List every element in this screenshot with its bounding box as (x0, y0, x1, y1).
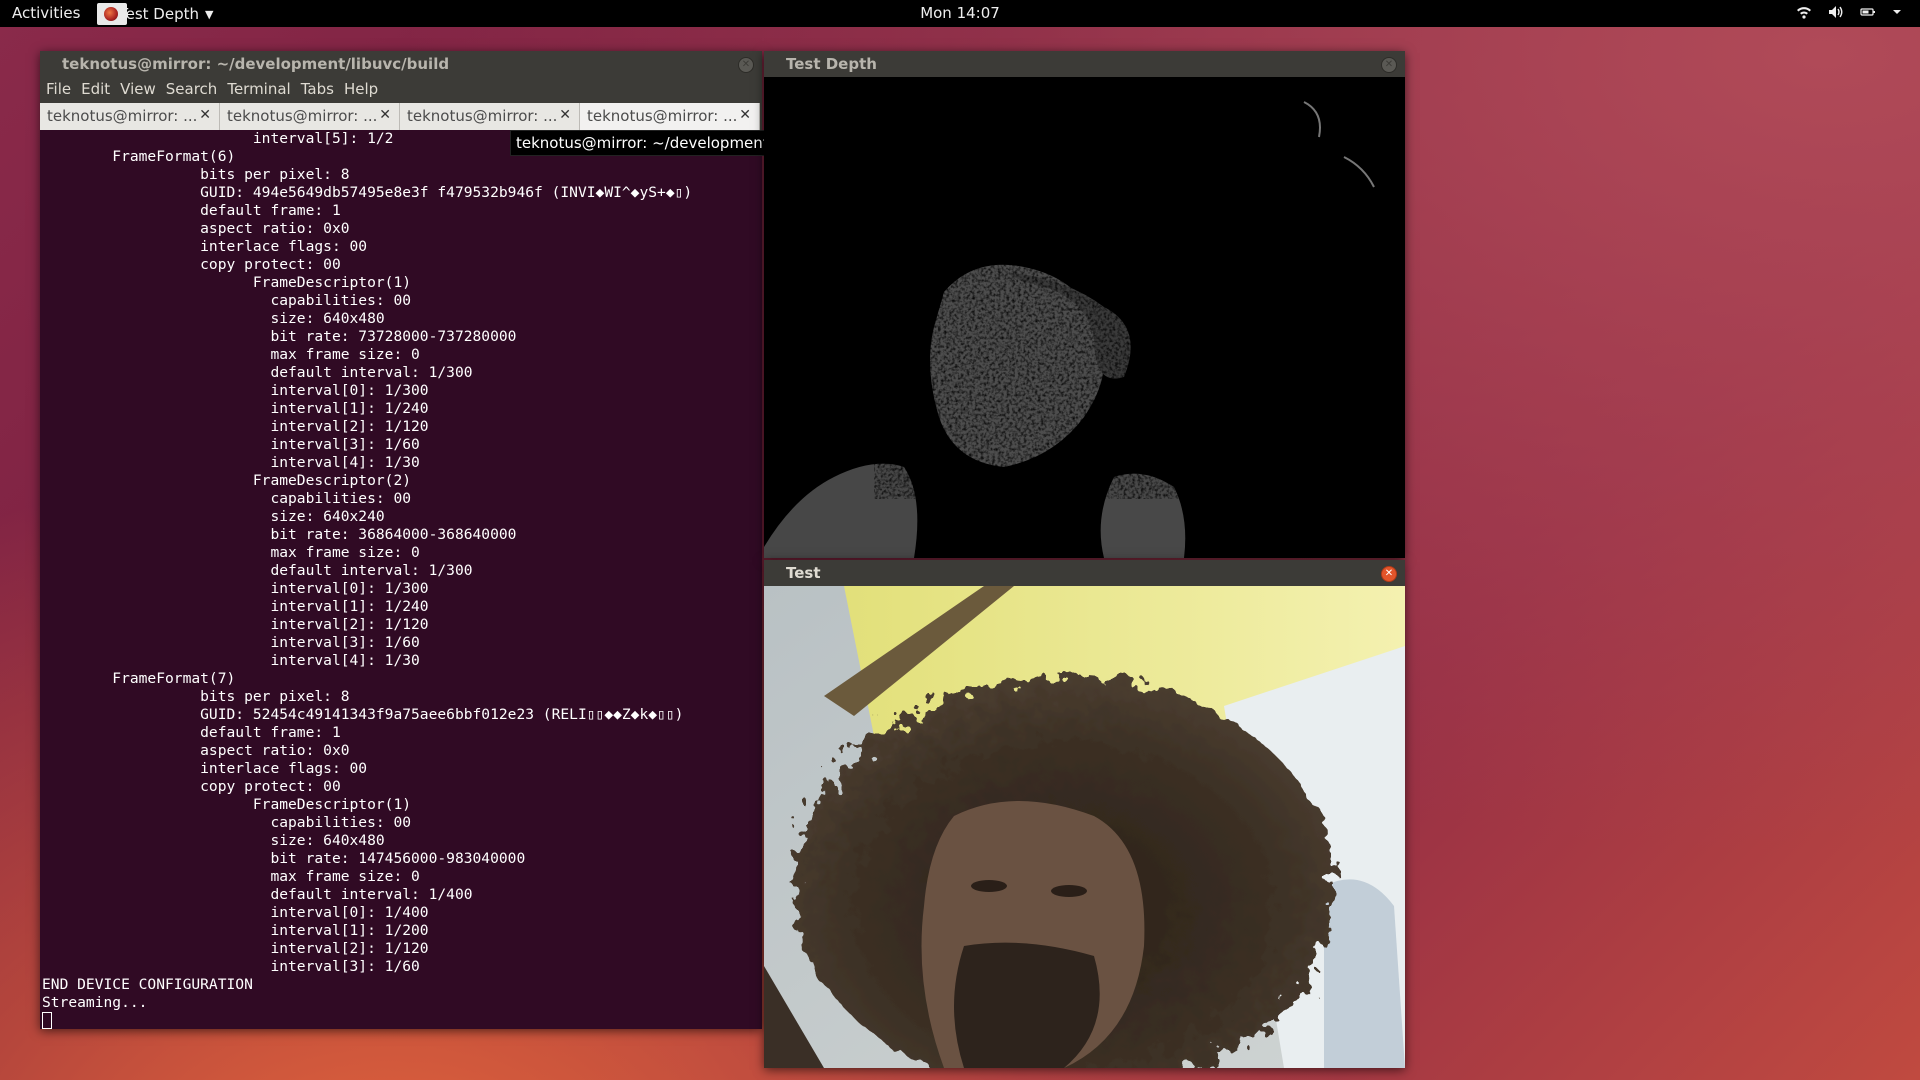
terminal-line: capabilities: 00 (42, 490, 412, 507)
terminal-line: interlace flags: 00 (42, 238, 368, 255)
terminal-line: size: 640x480 (42, 832, 385, 849)
terminal-line: default interval: 1/300 (42, 364, 473, 381)
menu-edit[interactable]: Edit (75, 77, 110, 101)
terminal-line: interval[2]: 1/120 (42, 418, 429, 435)
battery-icon[interactable] (1860, 4, 1876, 20)
tab-label: teknotus@mirror: ... (227, 107, 378, 125)
terminal-line: bits per pixel: 8 (42, 688, 350, 705)
terminal-window: teknotus@mirror: ~/development/libuvc/bu… (40, 51, 762, 1029)
terminal-line: bits per pixel: 8 (42, 166, 350, 183)
camera-image (764, 586, 1405, 1068)
tab-label: teknotus@mirror: ... (407, 107, 558, 125)
terminal-line: capabilities: 00 (42, 292, 412, 309)
terminal-tab-2[interactable]: teknotus@mirror: ... ✕ (220, 103, 400, 130)
terminal-line: Streaming... (42, 994, 148, 1011)
tab-close-icon[interactable]: ✕ (199, 107, 211, 123)
terminal-line: interval[3]: 1/60 (42, 634, 420, 651)
terminal-line: GUID: 494e5649db57495e8e3f f479532b946f … (42, 184, 693, 201)
terminal-line: FrameDescriptor(1) (42, 274, 412, 291)
menu-tabs[interactable]: Tabs (295, 77, 334, 101)
terminal-line: interval[1]: 1/240 (42, 598, 429, 615)
close-icon[interactable]: ✕ (738, 57, 754, 73)
wifi-icon[interactable] (1796, 4, 1812, 20)
terminal-line: copy protect: 00 (42, 256, 341, 273)
terminal-line: interval[4]: 1/30 (42, 454, 420, 471)
color-window: Test ✕ (764, 560, 1405, 1068)
terminal-line: interval[0]: 1/300 (42, 580, 429, 597)
terminal-line: FrameDescriptor(2) (42, 472, 412, 489)
terminal-line: END DEVICE CONFIGURATION (42, 976, 253, 993)
terminal-line: interval[1]: 1/200 (42, 922, 429, 939)
menu-view[interactable]: View (114, 77, 156, 101)
terminal-tabs: teknotus@mirror: ... ✕ teknotus@mirror: … (40, 101, 762, 130)
tab-label: teknotus@mirror: ... (47, 107, 198, 125)
system-menu-chevron-down-icon[interactable] (1892, 4, 1902, 20)
menu-file[interactable]: File (40, 77, 71, 101)
activities-button[interactable]: Activities (12, 4, 80, 22)
terminal-line: size: 640x480 (42, 310, 385, 327)
depth-window: Test Depth ✕ (764, 51, 1405, 558)
menu-help[interactable]: Help (338, 77, 378, 101)
terminal-line: interval[0]: 1/300 (42, 382, 429, 399)
terminal-line: max frame size: 0 (42, 346, 420, 363)
terminal-line: default interval: 1/300 (42, 562, 473, 579)
terminal-line: interval[3]: 1/60 (42, 958, 420, 975)
terminal-output[interactable]: interval[5]: 1/2 FrameFormat(6) bits per… (42, 130, 762, 1029)
depth-titlebar[interactable]: Test Depth ✕ (764, 51, 1405, 77)
terminal-tab-1[interactable]: teknotus@mirror: ... ✕ (40, 103, 220, 130)
terminal-line: interval[1]: 1/240 (42, 400, 429, 417)
terminal-line: interlace flags: 00 (42, 760, 368, 777)
terminal-line: capabilities: 00 (42, 814, 412, 831)
terminal-line: interval[2]: 1/120 (42, 940, 429, 957)
system-tray[interactable] (1796, 4, 1902, 20)
terminal-line: size: 640x240 (42, 508, 385, 525)
tab-close-icon[interactable]: ✕ (559, 107, 571, 123)
terminal-line: GUID: 52454c49141343f9a75aee6bbf012e23 (… (42, 706, 684, 723)
terminal-line: default interval: 1/400 (42, 886, 473, 903)
terminal-line: bit rate: 147456000-983040000 (42, 850, 526, 867)
menu-search[interactable]: Search (160, 77, 218, 101)
terminal-line: interval[5]: 1/2 (42, 130, 394, 147)
top-bar: Activities Test Depth ▼ Mon 14:07 (0, 0, 1920, 27)
terminal-line: interval[3]: 1/60 (42, 436, 420, 453)
tab-label: teknotus@mirror: ... (587, 107, 738, 125)
terminal-line: default frame: 1 (42, 202, 341, 219)
terminal-line: FrameFormat(6) (42, 148, 236, 165)
terminal-menubar: File Edit View Search Terminal Tabs Help (40, 77, 762, 101)
terminal-title: teknotus@mirror: ~/development/libuvc/bu… (62, 55, 450, 73)
terminal-line: interval[2]: 1/120 (42, 616, 429, 633)
chevron-down-icon: ▼ (205, 7, 214, 21)
app-menu[interactable]: Test Depth ▼ (97, 3, 213, 25)
depth-image (764, 77, 1405, 558)
terminal-line: aspect ratio: 0x0 (42, 742, 350, 759)
terminal-line: aspect ratio: 0x0 (42, 220, 350, 237)
app-icon (97, 3, 127, 25)
terminal-tab-3[interactable]: teknotus@mirror: ... ✕ (400, 103, 580, 130)
close-icon[interactable]: ✕ (1381, 57, 1397, 73)
terminal-line: FrameDescriptor(1) (42, 796, 412, 813)
color-titlebar[interactable]: Test ✕ (764, 560, 1405, 586)
terminal-line: max frame size: 0 (42, 868, 420, 885)
terminal-tab-4[interactable]: teknotus@mirror: ... ✕ (580, 103, 760, 130)
close-icon[interactable]: ✕ (1381, 566, 1397, 582)
app-menu-label: Test Depth (119, 5, 199, 23)
terminal-line: interval[0]: 1/400 (42, 904, 429, 921)
terminal-line: interval[4]: 1/30 (42, 652, 420, 669)
terminal-line: copy protect: 00 (42, 778, 341, 795)
terminal-line: max frame size: 0 (42, 544, 420, 561)
color-window-title: Test (786, 564, 821, 582)
terminal-cursor (42, 1012, 52, 1029)
clock[interactable]: Mon 14:07 (920, 4, 1000, 22)
tab-close-icon[interactable]: ✕ (739, 107, 751, 123)
menu-terminal[interactable]: Terminal (221, 77, 290, 101)
terminal-line: FrameFormat(7) (42, 670, 236, 687)
tab-close-icon[interactable]: ✕ (379, 107, 391, 123)
terminal-titlebar[interactable]: teknotus@mirror: ~/development/libuvc/bu… (40, 51, 762, 77)
terminal-line: bit rate: 36864000-368640000 (42, 526, 517, 543)
terminal-line: default frame: 1 (42, 724, 341, 741)
terminal-line: bit rate: 73728000-737280000 (42, 328, 517, 345)
volume-icon[interactable] (1828, 4, 1844, 20)
depth-window-title: Test Depth (786, 55, 877, 73)
